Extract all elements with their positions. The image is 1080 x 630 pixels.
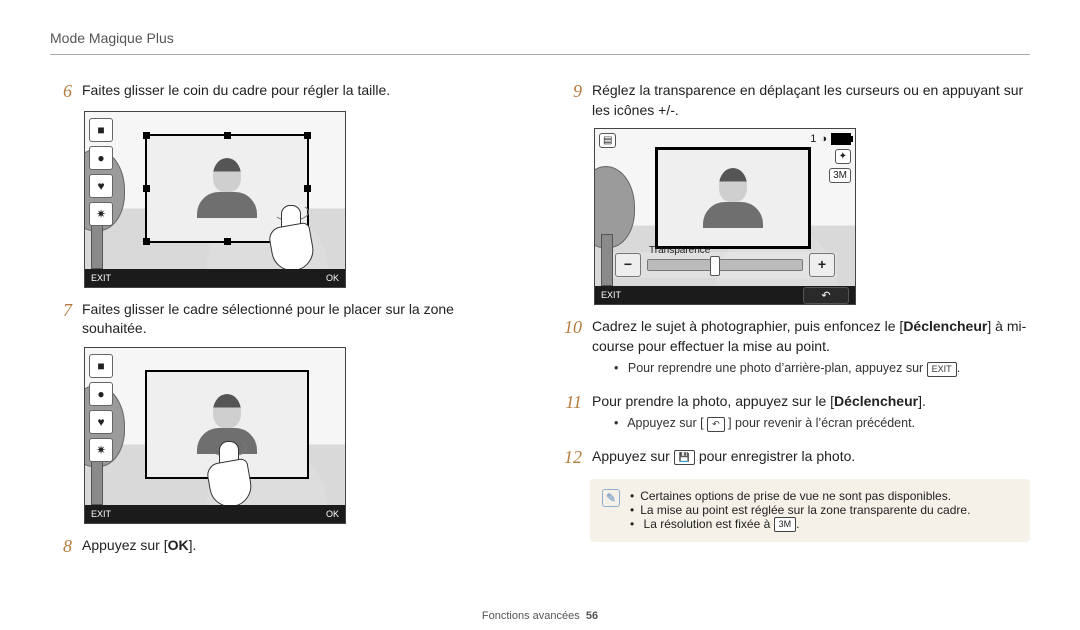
page-title: Mode Magique Plus (50, 30, 1030, 46)
battery-icon (831, 133, 851, 145)
exit-label: EXIT (91, 273, 111, 283)
plus-button[interactable]: + (809, 253, 835, 277)
screenshot-move-frame: ■ ● ♥ ✷ EXIT OK (84, 347, 346, 524)
minus-button[interactable]: − (615, 253, 641, 277)
ok-label: OK (326, 273, 339, 283)
screenshot-transparency: ▤ 1 ◑ ✦ 3M − Transparen (594, 128, 856, 305)
back-chip-icon: ↶ (707, 417, 725, 432)
save-chip-icon: 💾 (674, 450, 695, 465)
step-12-text: Appuyez sur 💾 pour enregistrer la photo. (592, 447, 1030, 467)
step-9-number: 9 (560, 81, 582, 103)
shape-square-icon: ■ (89, 118, 113, 142)
transparency-label: Transparence (649, 245, 710, 256)
step-8-text: Appuyez sur [OK]. (82, 536, 520, 556)
shape-puzzle-icon: ✷ (89, 202, 113, 226)
resolution-3m-icon: 3M (774, 517, 797, 532)
step-9: 9 Réglez la transparence en déplaçant le… (560, 81, 1030, 120)
transparency-slider[interactable] (647, 259, 803, 271)
exit-label: EXIT (601, 290, 621, 300)
note-icon: ✎ (602, 489, 620, 507)
footer: Fonctions avancées 56 (0, 610, 1080, 622)
shape-heart-icon: ♥ (89, 410, 113, 434)
step-11-number: 11 (560, 392, 582, 414)
divider (50, 54, 1030, 55)
magic-wand-icon: ✦ (835, 149, 851, 164)
shape-circle-icon: ● (89, 382, 113, 406)
note-bullet-1: Certaines options de prise de vue ne son… (630, 489, 970, 503)
step-10-number: 10 (560, 317, 582, 339)
film-icon: ▤ (599, 133, 616, 148)
step-11-text: Pour prendre la photo, appuyez sur le [D… (592, 393, 926, 409)
step-11: 11 Pour prendre la photo, appuyez sur le… (560, 392, 1030, 441)
step-12: 12 Appuyez sur 💾 pour enregistrer la pho… (560, 447, 1030, 469)
step-10-text: Cadrez le sujet à photographier, puis en… (592, 318, 1026, 354)
shape-heart-icon: ♥ (89, 174, 113, 198)
back-icon: ↶ (803, 287, 849, 304)
step-6-text: Faites glisser le coin du cadre pour rég… (82, 81, 520, 101)
left-column: 6 Faites glisser le coin du cadre pour r… (50, 75, 520, 563)
shape-puzzle-icon: ✷ (89, 438, 113, 462)
step-9-text: Réglez la transparence en déplaçant les … (592, 81, 1030, 120)
step-8: 8 Appuyez sur [OK]. (50, 536, 520, 558)
step-6-number: 6 (50, 81, 72, 103)
exit-chip-icon: EXIT (927, 362, 957, 377)
shape-square-icon: ■ (89, 354, 113, 378)
step-10: 10 Cadrez le sujet à photographier, puis… (560, 317, 1030, 386)
shape-circle-icon: ● (89, 146, 113, 170)
note-bullet-3: La résolution est fixée à 3M. (630, 517, 970, 532)
step-7: 7 Faites glisser le cadre sélectionné po… (50, 300, 520, 339)
step-8-number: 8 (50, 536, 72, 558)
screenshot-resize-frame: ■ ● ♥ ✷ EXIT OK (84, 111, 346, 288)
count-label: 1 (810, 133, 816, 145)
note-bullet-2: La mise au point est réglée sur la zone … (630, 503, 970, 517)
note-box: ✎ Certaines options de prise de vue ne s… (590, 479, 1030, 542)
step-7-number: 7 (50, 300, 72, 322)
step-10-bullet: Pour reprendre une photo d’arrière-plan,… (614, 360, 1030, 378)
right-column: 9 Réglez la transparence en déplaçant le… (560, 75, 1030, 563)
size-3m-icon: 3M (829, 168, 851, 183)
exit-label: EXIT (91, 509, 111, 519)
step-11-bullet: Appuyez sur [ ↶ ] pour revenir à l’écran… (614, 415, 1030, 433)
ok-label: OK (326, 509, 339, 519)
step-7-text: Faites glisser le cadre sélectionné pour… (82, 300, 520, 339)
step-6: 6 Faites glisser le coin du cadre pour r… (50, 81, 520, 103)
step-12-number: 12 (560, 447, 582, 469)
